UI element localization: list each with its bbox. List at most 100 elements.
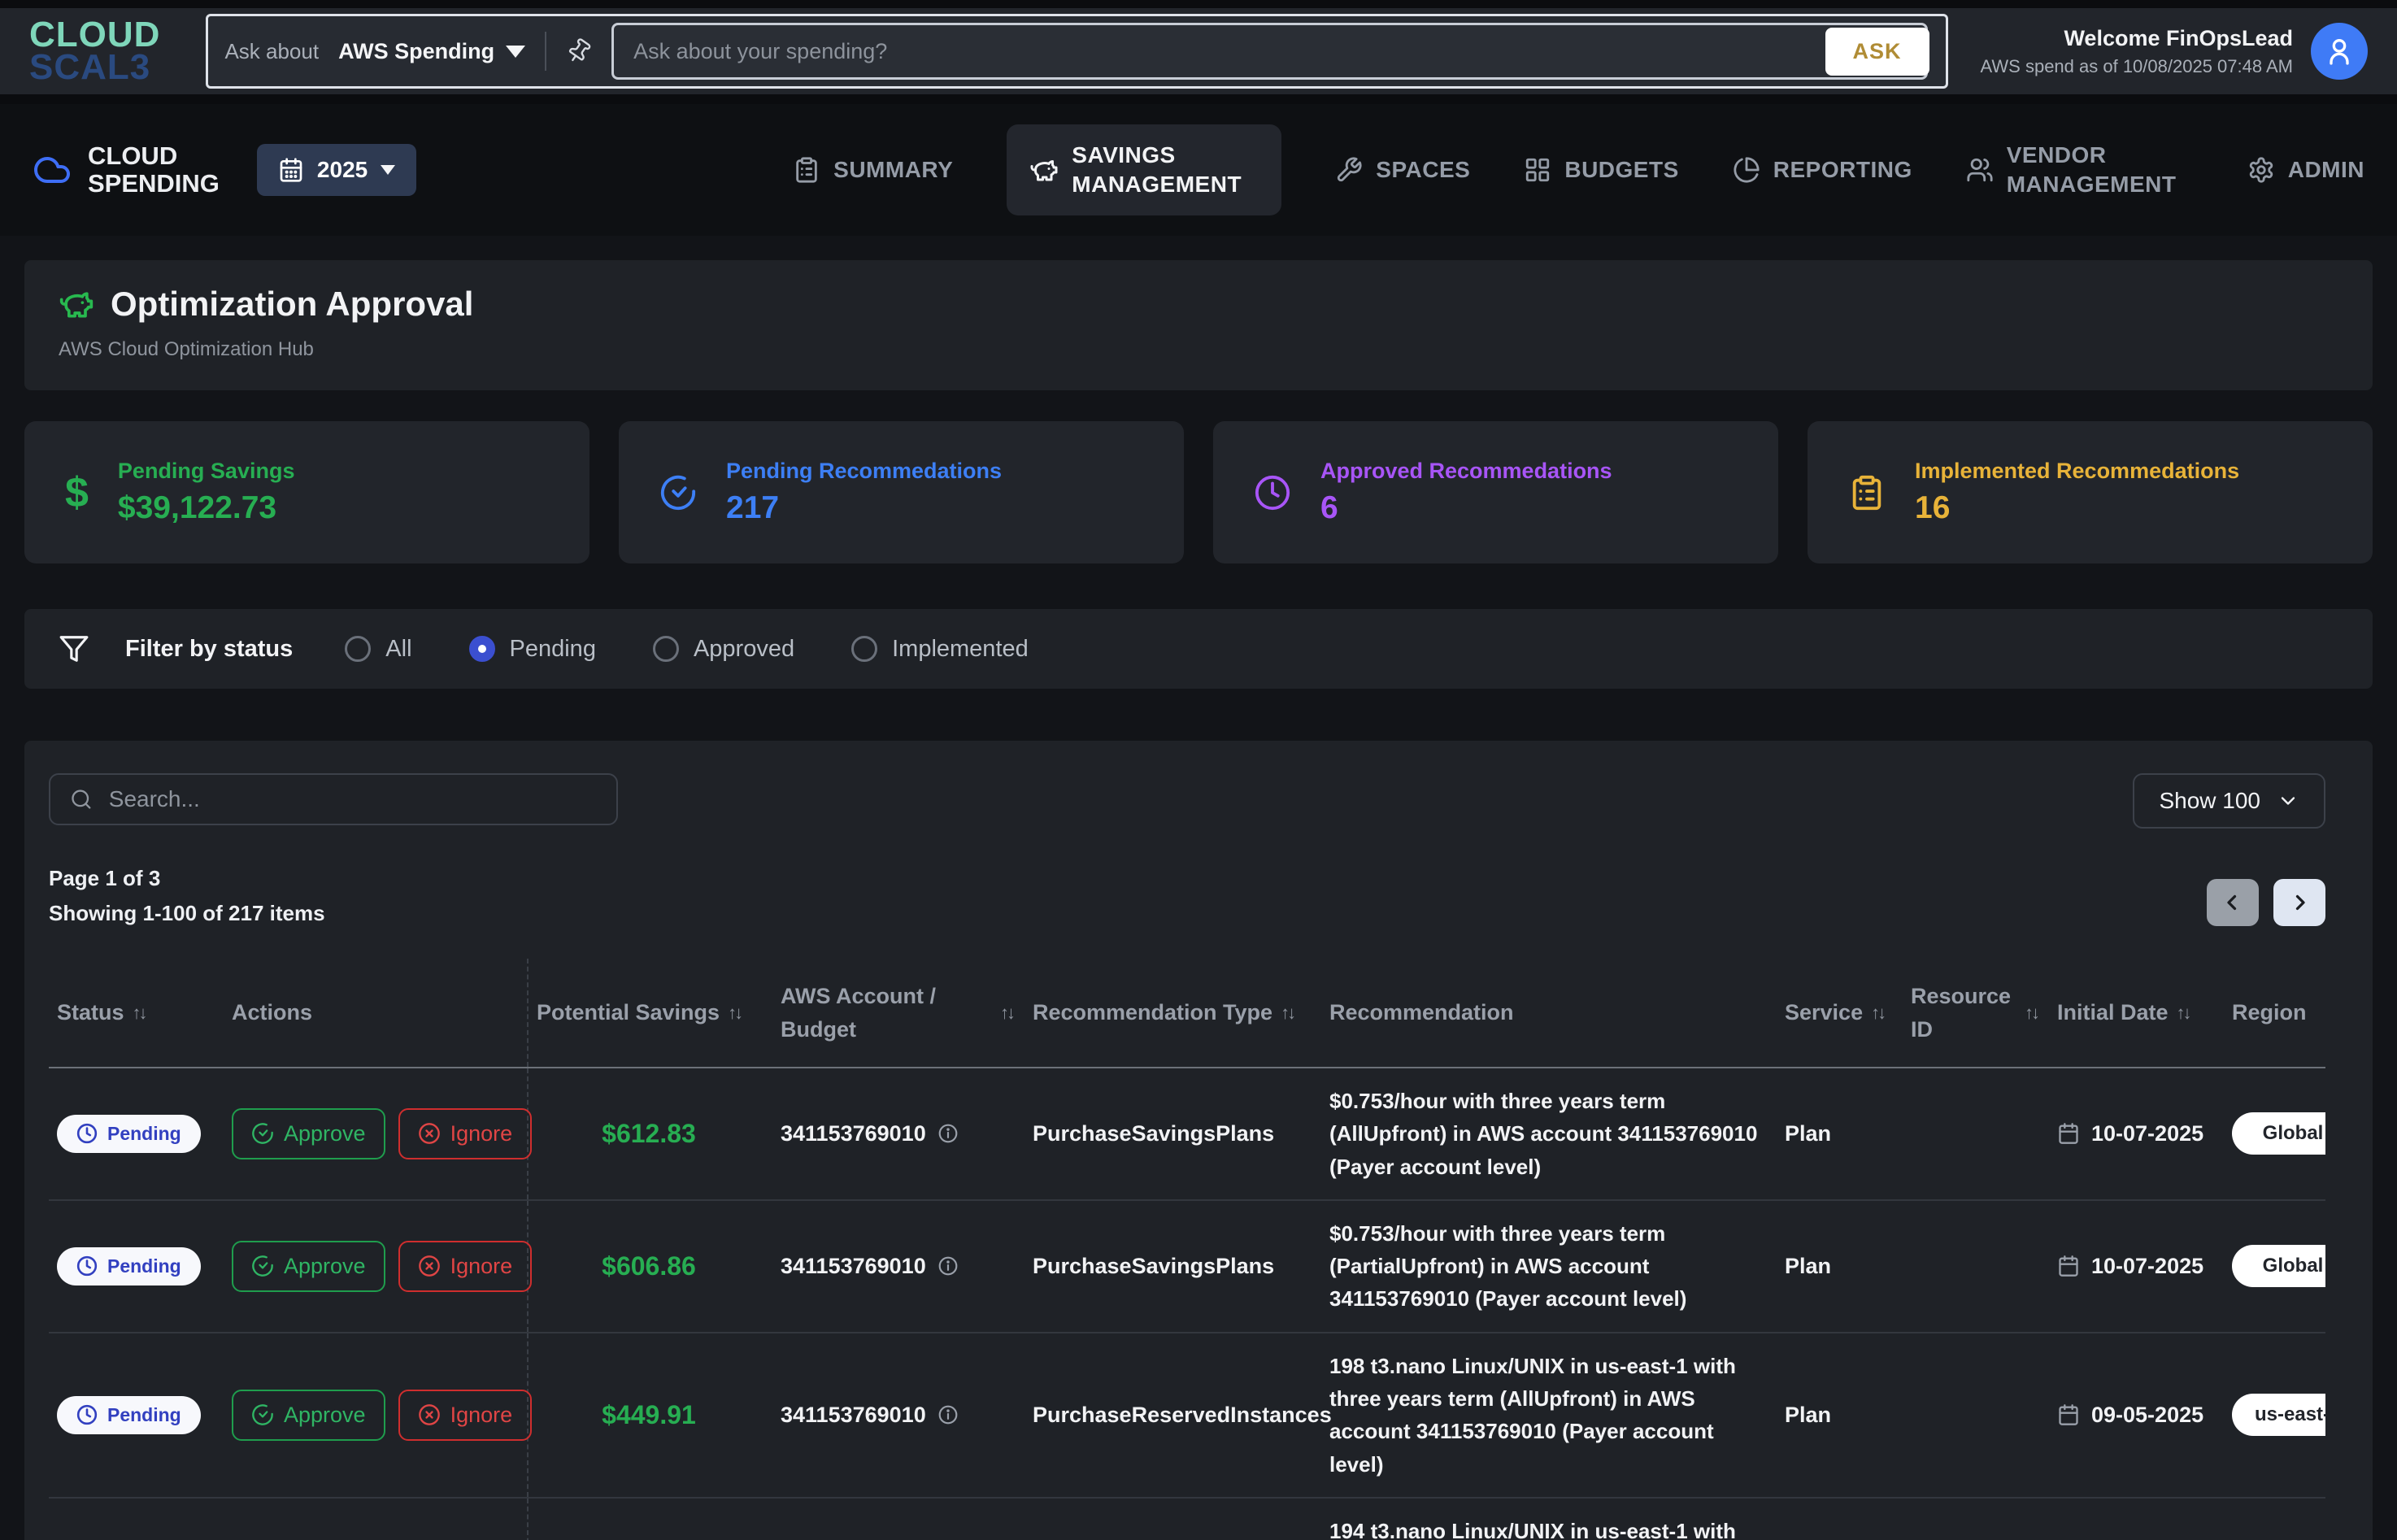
recommendation-cell: $0.753/hour with three years term (Parti… bbox=[1321, 1201, 1777, 1332]
filter-option-pending[interactable]: Pending bbox=[469, 636, 596, 663]
column-header-recommendation[interactable]: Recommendation bbox=[1321, 959, 1777, 1067]
radio-icon bbox=[469, 636, 495, 662]
filter-option-approved[interactable]: Approved bbox=[653, 636, 794, 663]
column-header-initial-date[interactable]: Initial Date↑↓ bbox=[2049, 959, 2224, 1067]
ask-input[interactable]: Ask about your spending? bbox=[611, 23, 1927, 80]
ask-button[interactable]: ASK bbox=[1825, 28, 1929, 76]
recommendation-type-cell: PurchaseReservedInstances bbox=[1024, 1499, 1321, 1540]
info-icon[interactable] bbox=[937, 1123, 959, 1144]
user-avatar[interactable] bbox=[2311, 23, 2368, 80]
resource-id-cell bbox=[1903, 1333, 2049, 1497]
nav-label: BUDGETS bbox=[1564, 155, 1678, 185]
clock-icon bbox=[76, 1255, 98, 1277]
sort-icon: ↑↓ bbox=[1000, 999, 1013, 1026]
users-icon bbox=[1966, 156, 1994, 184]
info-icon[interactable] bbox=[937, 1255, 959, 1277]
column-header-potential-savings[interactable]: Potential Savings↑↓ bbox=[529, 959, 772, 1067]
app-title-line2: SPENDING bbox=[88, 170, 220, 198]
welcome-text: Welcome FinOpsLead bbox=[1981, 26, 2293, 51]
piggy-bank-icon bbox=[59, 286, 94, 322]
aws-account-cell: 341153769010 bbox=[772, 1499, 1024, 1540]
status-cell: Pending bbox=[49, 1499, 224, 1540]
stat-label: Implemented Recommedations bbox=[1915, 459, 2239, 484]
radio-icon bbox=[851, 636, 877, 662]
dollar-icon: $ bbox=[65, 468, 89, 517]
aws-account-cell: 341153769010 bbox=[772, 1333, 1024, 1497]
nav-item-savings-management[interactable]: SAVINGS MANAGEMENT bbox=[1007, 124, 1281, 216]
nav-item-vendor-management[interactable]: VENDOR MANAGEMENT bbox=[1966, 141, 2194, 200]
ask-topic-value: AWS Spending bbox=[338, 39, 494, 64]
stat-value: 6 bbox=[1320, 490, 1612, 526]
ignore-button[interactable]: Ignore bbox=[398, 1390, 533, 1441]
year-selector[interactable]: 2025 bbox=[257, 144, 416, 196]
search-input[interactable] bbox=[109, 786, 597, 812]
filter-option-implemented[interactable]: Implemented bbox=[851, 636, 1029, 663]
nav-item-admin[interactable]: ADMIN bbox=[2247, 155, 2364, 185]
pagination-info: Page 1 of 3 Showing 1-100 of 217 items bbox=[49, 866, 325, 926]
clock-icon bbox=[76, 1404, 98, 1425]
ask-topic-dropdown[interactable]: AWS Spending bbox=[338, 39, 525, 64]
column-header-status[interactable]: Status↑↓ bbox=[49, 959, 224, 1067]
ask-container: Ask about AWS Spending Ask about your sp… bbox=[206, 14, 1947, 89]
showing-items-text: Showing 1-100 of 217 items bbox=[49, 901, 325, 926]
page-number-text: Page 1 of 3 bbox=[49, 866, 325, 891]
calendar-icon bbox=[278, 157, 304, 183]
column-header-recommendation-type[interactable]: Recommendation Type↑↓ bbox=[1024, 959, 1321, 1067]
filter-bar: Filter by status All Pending Approved Im… bbox=[24, 609, 2373, 689]
sort-icon: ↑↓ bbox=[1281, 999, 1294, 1026]
column-header-region[interactable]: Region bbox=[2224, 959, 2325, 1067]
filter-option-all[interactable]: All bbox=[345, 636, 411, 663]
calendar-icon bbox=[2057, 1403, 2080, 1426]
nav-item-budgets[interactable]: BUDGETS bbox=[1524, 155, 1678, 185]
region-badge: Global bbox=[2232, 1112, 2325, 1155]
nav-label: ADMIN bbox=[2288, 155, 2364, 185]
status-badge: Pending bbox=[57, 1396, 201, 1434]
sort-icon: ↑↓ bbox=[728, 999, 741, 1026]
filter-option-label: All bbox=[385, 636, 411, 663]
potential-savings-cell: $445.32 bbox=[529, 1499, 772, 1540]
column-header-actions[interactable]: Actions bbox=[224, 959, 529, 1067]
column-header-aws-account[interactable]: AWS Account / Budget↑↓ bbox=[772, 959, 1024, 1067]
nav-label: VENDOR MANAGEMENT bbox=[2007, 141, 2194, 200]
stat-implemented-recommendations: Implemented Recommedations 16 bbox=[1808, 421, 2373, 563]
previous-page-button[interactable] bbox=[2207, 879, 2259, 926]
wrench-icon bbox=[1335, 156, 1363, 184]
stat-pending-savings: $ Pending Savings $39,122.73 bbox=[24, 421, 589, 563]
table-row: Pending Approve Ignore $612.83 341153769… bbox=[49, 1068, 2325, 1201]
nav-item-summary[interactable]: SUMMARY bbox=[793, 155, 953, 185]
info-icon[interactable] bbox=[937, 1404, 959, 1425]
filter-label: Filter by status bbox=[125, 636, 293, 663]
ignore-button[interactable]: Ignore bbox=[398, 1108, 533, 1159]
region-cell: Global bbox=[2224, 1068, 2325, 1199]
approve-button[interactable]: Approve bbox=[232, 1241, 385, 1292]
table-row: Pending Approve Ignore $449.91 341153769… bbox=[49, 1333, 2325, 1499]
logo-line1: CLOUD bbox=[29, 19, 160, 51]
ask-about-label: Ask about bbox=[224, 39, 319, 64]
page-title: Optimization Approval bbox=[111, 285, 473, 324]
page-size-select[interactable]: Show 100 bbox=[2133, 773, 2325, 829]
sort-icon: ↑↓ bbox=[2025, 999, 2038, 1026]
calendar-icon bbox=[2057, 1255, 2080, 1277]
column-header-service[interactable]: Service↑↓ bbox=[1777, 959, 1903, 1067]
initial-date-cell: 09-05-2025 bbox=[2049, 1333, 2224, 1497]
recommendation-cell: 194 t3.nano Linux/UNIX in us-east-1 with… bbox=[1321, 1499, 1777, 1540]
recommendation-type-cell: PurchaseSavingsPlans bbox=[1024, 1068, 1321, 1199]
pin-icon[interactable] bbox=[566, 38, 592, 64]
radio-icon bbox=[345, 636, 371, 662]
nav-item-spaces[interactable]: SPACES bbox=[1335, 155, 1470, 185]
service-cell: Plan bbox=[1777, 1068, 1903, 1199]
caret-down-icon bbox=[506, 46, 525, 58]
approve-button[interactable]: Approve bbox=[232, 1390, 385, 1441]
column-header-resource-id[interactable]: Resource ID↑↓ bbox=[1903, 959, 2049, 1067]
approve-button[interactable]: Approve bbox=[232, 1108, 385, 1159]
radio-icon bbox=[653, 636, 679, 662]
check-circle-icon bbox=[251, 1403, 274, 1426]
next-page-button[interactable] bbox=[2273, 879, 2325, 926]
logo-line2: SCAL3 bbox=[29, 51, 160, 84]
clock-icon bbox=[1254, 474, 1291, 511]
cloud-icon bbox=[33, 150, 72, 189]
clipboard-icon bbox=[793, 156, 820, 184]
nav-item-reporting[interactable]: REPORTING bbox=[1733, 155, 1912, 185]
ignore-button[interactable]: Ignore bbox=[398, 1241, 533, 1292]
chevron-right-icon bbox=[2287, 890, 2312, 915]
